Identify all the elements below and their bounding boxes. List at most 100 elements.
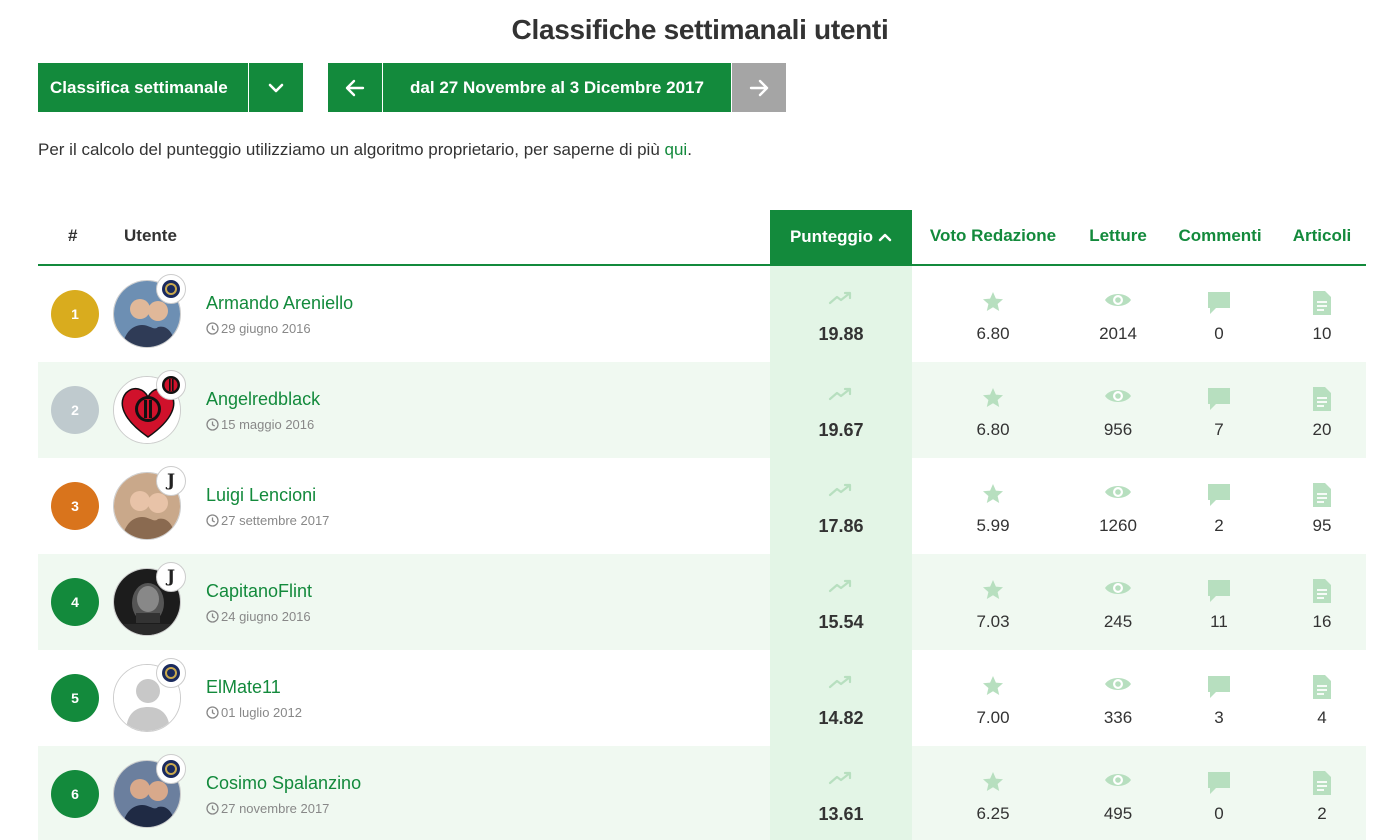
trending-up-icon — [828, 483, 852, 497]
chevron-down-icon — [268, 83, 284, 92]
clock-icon — [206, 706, 219, 719]
user-joined-date-text: 29 giugno 2016 — [221, 321, 311, 336]
user-name-link[interactable]: CapitanoFlint — [206, 581, 312, 602]
user-name-link[interactable]: Cosimo Spalanzino — [206, 773, 361, 794]
trending-up-icon — [828, 579, 852, 593]
rank-badge: 3 — [51, 482, 99, 530]
letture-value: 245 — [1103, 612, 1133, 631]
eye-icon — [1105, 390, 1131, 402]
user-joined-date-text: 01 luglio 2012 — [221, 705, 302, 720]
comment-icon — [1208, 772, 1230, 794]
document-icon — [1313, 675, 1331, 699]
voto-value: 7.03 — [976, 612, 1010, 631]
date-range-label: dal 27 Novembre al 3 Dicembre 2017 — [383, 63, 731, 112]
user-joined-date: 24 giugno 2016 — [206, 609, 311, 624]
letture-value: 495 — [1103, 804, 1133, 823]
score-cell-bg — [770, 266, 912, 362]
previous-week-button[interactable] — [328, 63, 382, 112]
commenti-value: 7 — [1214, 420, 1224, 439]
eye-icon — [1105, 774, 1131, 786]
commenti-value: 0 — [1214, 324, 1224, 343]
voto-value: 6.80 — [976, 420, 1010, 439]
comment-icon — [1208, 484, 1230, 506]
table-row: 6 Cosimo Spalanzino 27 novembre 2017 13.… — [38, 746, 1366, 840]
clock-icon — [206, 322, 219, 335]
arrow-right-icon — [749, 79, 769, 96]
commenti-value: 2 — [1214, 516, 1224, 535]
header-commenti[interactable]: Commenti — [1170, 226, 1270, 246]
articoli-value: 10 — [1312, 324, 1332, 343]
team-badge-icon: J — [156, 562, 186, 592]
header-score-label: Punteggio — [789, 227, 874, 246]
document-icon — [1313, 483, 1331, 507]
eye-icon — [1105, 678, 1131, 690]
score-cell-bg — [770, 458, 912, 554]
header-voto[interactable]: Voto Redazione — [923, 226, 1063, 246]
info-text: Per il calcolo del punteggio utilizziamo… — [38, 140, 665, 159]
score-cell-bg — [770, 362, 912, 458]
voto-value: 6.80 — [976, 324, 1010, 343]
clock-icon — [206, 610, 219, 623]
articoli-value: 20 — [1312, 420, 1332, 439]
next-week-button[interactable] — [732, 63, 786, 112]
user-joined-date: 27 settembre 2017 — [206, 513, 329, 528]
commenti-value: 11 — [1210, 612, 1228, 631]
eye-icon — [1105, 486, 1131, 498]
header-rank: # — [68, 226, 78, 245]
user-name-link[interactable]: Luigi Lencioni — [206, 485, 316, 506]
table-row: 4 J CapitanoFlint 24 giugno 2016 15.54 7… — [38, 554, 1366, 650]
rank-badge: 1 — [51, 290, 99, 338]
articoli-value: 16 — [1312, 612, 1332, 631]
score-value: 19.88 — [818, 324, 864, 344]
arrow-left-icon — [345, 79, 365, 96]
star-icon — [983, 388, 1003, 407]
user-name-link[interactable]: Angelredblack — [206, 389, 320, 410]
header-user: Utente — [124, 226, 177, 245]
user-joined-date: 27 novembre 2017 — [206, 801, 329, 816]
period-dropdown-button[interactable] — [249, 63, 303, 112]
trending-up-icon — [828, 675, 852, 689]
trending-up-icon — [828, 771, 852, 785]
letture-value: 1260 — [1099, 516, 1137, 535]
user-name-link[interactable]: Armando Areniello — [206, 293, 353, 314]
star-icon — [983, 580, 1003, 599]
table-row: 5 ElMate11 01 luglio 2012 14.82 7.00 336… — [38, 650, 1366, 746]
letture-value: 336 — [1103, 708, 1133, 727]
user-name-link[interactable]: ElMate11 — [206, 677, 281, 698]
table-row: 3 J Luigi Lencioni 27 settembre 2017 17.… — [38, 458, 1366, 554]
team-badge-icon — [156, 370, 186, 400]
score-value: 17.86 — [818, 516, 864, 536]
score-cell-bg — [770, 650, 912, 746]
period-select-button[interactable]: Classifica settimanale — [38, 63, 248, 112]
eye-icon — [1105, 582, 1131, 594]
score-value: 15.54 — [818, 612, 864, 632]
info-link[interactable]: qui — [665, 140, 688, 159]
team-badge-icon — [156, 658, 186, 688]
letture-value: 2014 — [1099, 324, 1137, 343]
document-icon — [1313, 771, 1331, 795]
articoli-value: 4 — [1317, 708, 1327, 727]
header-letture[interactable]: Letture — [1078, 226, 1158, 246]
team-badge-icon — [156, 754, 186, 784]
ranking-controls: Classifica settimanale dal 27 Novembre a… — [38, 63, 786, 112]
page-title: Classifiche settimanali utenti — [511, 14, 889, 45]
user-joined-date-text: 15 maggio 2016 — [221, 417, 315, 432]
user-joined-date-text: 27 novembre 2017 — [221, 801, 330, 816]
document-icon — [1313, 579, 1331, 603]
score-value: 13.61 — [818, 804, 864, 824]
table-row: 1 Armando Areniello 29 giugno 2016 19.88… — [38, 266, 1366, 362]
commenti-value: 3 — [1214, 708, 1224, 727]
star-icon — [983, 676, 1003, 695]
star-icon — [983, 772, 1003, 791]
rank-badge: 5 — [51, 674, 99, 722]
score-info-text: Per il calcolo del punteggio utilizziamo… — [38, 140, 692, 160]
header-articoli[interactable]: Articoli — [1282, 226, 1362, 246]
header-score[interactable]: Punteggio — [770, 210, 912, 264]
rank-badge: 6 — [51, 770, 99, 818]
table-row: 2 Angelredblack 15 maggio 2016 19.67 6.8… — [38, 362, 1366, 458]
user-joined-date-text: 27 settembre 2017 — [221, 513, 330, 528]
voto-value: 5.99 — [976, 516, 1010, 535]
trending-up-icon — [828, 291, 852, 305]
user-joined-date-text: 24 giugno 2016 — [221, 609, 311, 624]
user-joined-date: 29 giugno 2016 — [206, 321, 311, 336]
